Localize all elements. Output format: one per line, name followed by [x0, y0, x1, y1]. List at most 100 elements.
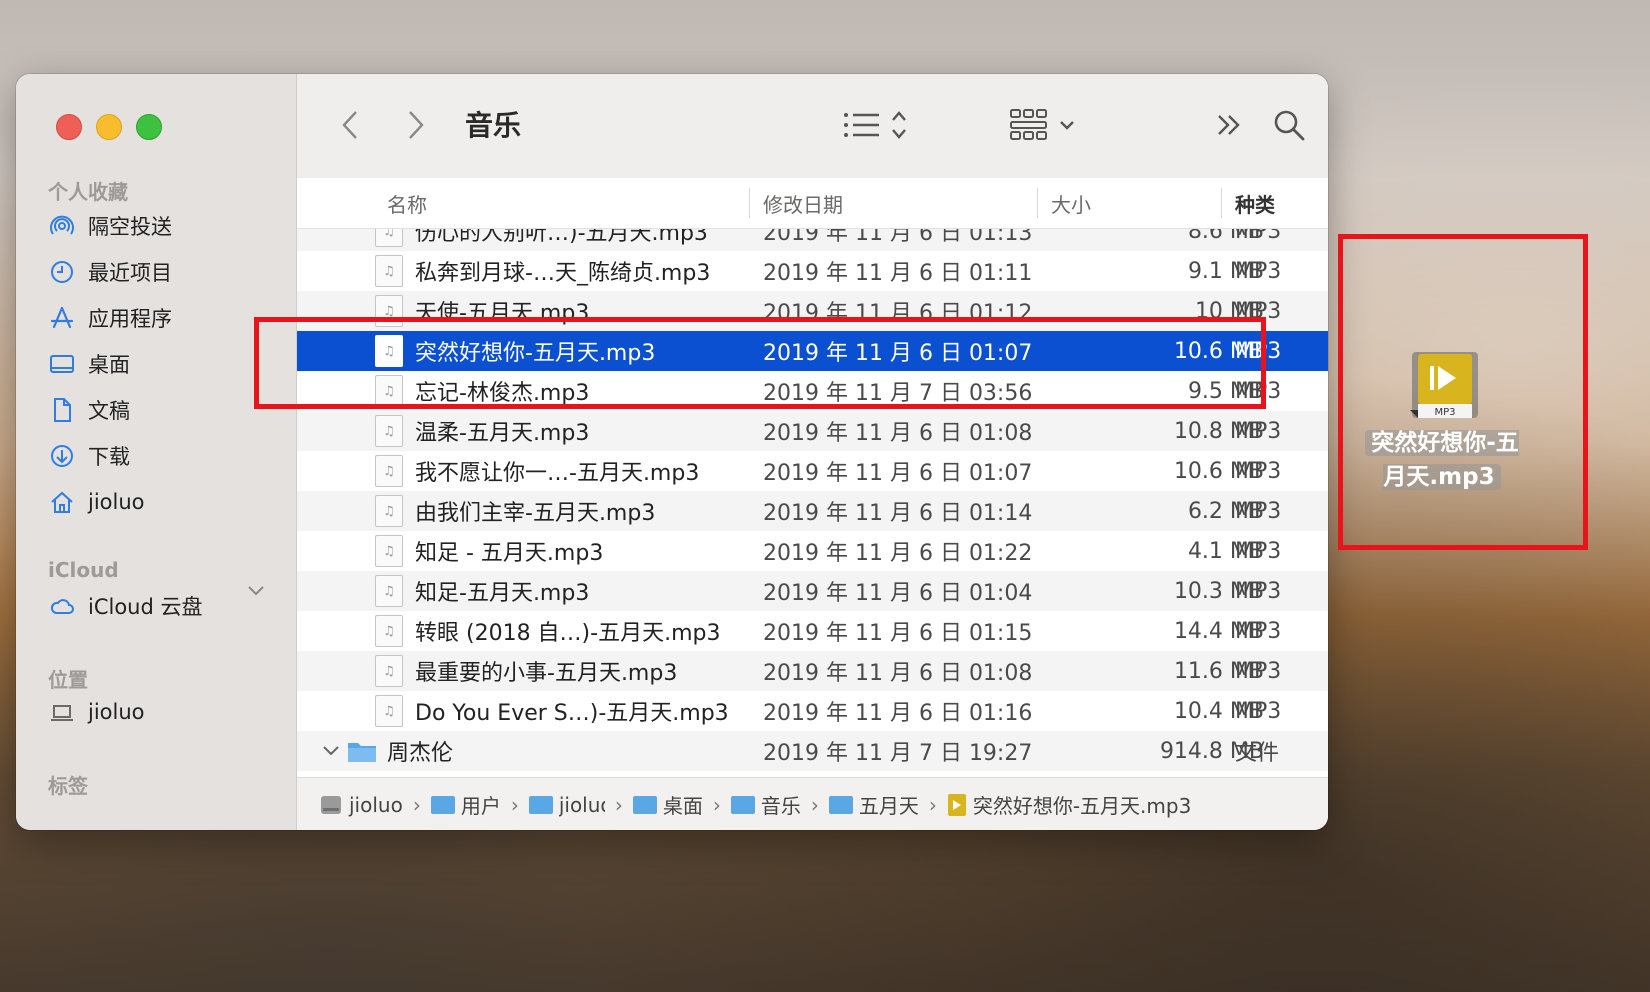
path-label: jioluo: [349, 792, 403, 817]
file-name: 我不愿让你一…-五月天.mp3: [415, 461, 700, 486]
path-separator: ›: [810, 792, 819, 817]
file-name: 温柔-五月天.mp3: [415, 421, 590, 446]
favorites-header: 个人收藏: [48, 180, 128, 204]
zoom-button[interactable]: [136, 114, 162, 140]
file-name: 知足 - 五月天.mp3: [415, 541, 604, 566]
file-date: 2019 年 11 月 6 日 01:04: [763, 581, 1033, 606]
search-button[interactable]: [1269, 106, 1309, 144]
file-kind: MP3: [1235, 229, 1282, 244]
folder-icon: [348, 743, 376, 762]
dragged-file-icon[interactable]: MP3: [1408, 352, 1482, 420]
column-date[interactable]: 修改日期: [763, 178, 843, 228]
forward-button[interactable]: [401, 108, 431, 142]
column-divider[interactable]: [1221, 188, 1222, 218]
column-divider[interactable]: [1037, 188, 1038, 218]
path-segment[interactable]: 用户: [430, 790, 501, 819]
more-toolbar-button[interactable]: [1213, 110, 1247, 140]
folder-icon: [730, 795, 755, 814]
back-button[interactable]: [335, 108, 365, 142]
sidebar-item-desktop[interactable]: 桌面: [48, 346, 130, 382]
sidebar-item-airdrop[interactable]: 隔空投送: [48, 208, 172, 244]
path-segment[interactable]: 突然好想你-五月天.mp3: [947, 790, 1191, 819]
column-divider[interactable]: [749, 188, 750, 218]
path-separator: ›: [712, 792, 721, 817]
column-kind[interactable]: 种类: [1235, 178, 1275, 228]
table-row[interactable]: ♫ 转眼 (2018 自…)-五月天.mp3 2019 年 11 月 6 日 0…: [297, 611, 1328, 651]
minimize-button[interactable]: [96, 114, 122, 140]
table-row[interactable]: ♫ 知足-五月天.mp3 2019 年 11 月 6 日 01:04 10.3 …: [297, 571, 1328, 611]
table-row[interactable]: ♫ 我不愿让你一…-五月天.mp3 2019 年 11 月 6 日 01:07 …: [297, 451, 1328, 491]
close-button[interactable]: [56, 114, 82, 140]
hard-drive-icon: [321, 795, 341, 814]
mp3-badge: MP3: [1434, 407, 1455, 418]
sidebar-item-applications[interactable]: 应用程序: [48, 300, 172, 336]
path-segment[interactable]: 音乐: [730, 790, 801, 819]
table-row-folder[interactable]: 周杰伦 2019 年 11 月 7 日 19:27 914.8 MB 文件: [297, 731, 1328, 771]
sidebar-item-label: 文稿: [88, 399, 130, 423]
table-row[interactable]: ♫ 最重要的小事-五月天.mp3 2019 年 11 月 6 日 01:08 1…: [297, 651, 1328, 691]
file-kind: MP3: [1235, 498, 1282, 524]
file-kind: MP3: [1235, 258, 1282, 284]
sidebar-item-computer[interactable]: jioluo: [48, 694, 145, 730]
folder-icon: [430, 795, 455, 814]
audio-file-icon: ♫: [375, 255, 403, 287]
table-row[interactable]: ♫ 伤心的人别听…)-五月天.mp3 2019 年 11 月 6 日 01:13…: [297, 229, 1328, 251]
home-icon: [48, 488, 76, 516]
search-icon: [1274, 110, 1305, 141]
audio-file-icon: ♫: [375, 655, 403, 687]
path-label: 桌面: [662, 794, 703, 818]
sidebar-item-documents[interactable]: 文稿: [48, 392, 130, 428]
file-date: 2019 年 11 月 6 日 01:08: [763, 661, 1033, 686]
file-name: 知足-五月天.mp3: [415, 581, 590, 606]
dragged-file-name: 突然好想你-五月天.mp3: [1365, 430, 1519, 490]
path-segment[interactable]: 桌面: [632, 790, 703, 819]
file-date: 2019 年 11 月 6 日 01:13: [763, 229, 1033, 246]
sidebar-item-label: 桌面: [88, 353, 130, 377]
file-name: 转眼 (2018 自…)-五月天.mp3: [415, 621, 721, 646]
home-folder-icon: [528, 795, 553, 814]
sidebar-item-label: 隔空投送: [88, 215, 172, 239]
chevron-down-icon[interactable]: [246, 584, 266, 598]
group-button[interactable]: [1009, 102, 1081, 148]
path-bar: jioluo › 用户 › jioluo › 桌面 › 音乐 ›: [297, 777, 1328, 830]
file-kind: MP3: [1235, 698, 1282, 724]
path-segment[interactable]: 五月天: [828, 790, 919, 819]
view-mode-button[interactable]: [841, 104, 917, 146]
download-icon: [48, 442, 76, 470]
audio-file-icon: ♫: [375, 575, 403, 607]
file-kind: MP3: [1235, 458, 1282, 484]
sidebar-item-downloads[interactable]: 下载: [48, 438, 130, 474]
sidebar-item-recents[interactable]: 最近项目: [48, 254, 172, 290]
file-date: 2019 年 11 月 6 日 01:14: [763, 501, 1033, 526]
sidebar-item-home[interactable]: jioluo: [48, 484, 145, 520]
audio-file-icon: ♫: [375, 535, 403, 567]
column-size[interactable]: 大小: [1051, 178, 1091, 228]
file-name: 由我们主宰-五月天.mp3: [415, 501, 656, 526]
table-row[interactable]: ♫ 温柔-五月天.mp3 2019 年 11 月 6 日 01:08 10.8 …: [297, 411, 1328, 451]
sidebar-item-label: 最近项目: [88, 261, 172, 285]
audio-file-icon: ♫: [375, 695, 403, 727]
sidebar-item-icloud-drive[interactable]: iCloud 云盘: [48, 588, 203, 624]
locations-header: 位置: [48, 668, 88, 692]
chevron-down-icon[interactable]: [321, 744, 341, 758]
path-segment[interactable]: jioluo: [319, 793, 403, 817]
path-label: 用户: [460, 794, 501, 818]
column-name[interactable]: 名称: [387, 178, 427, 228]
mp3-file-icon: MP3: [1410, 352, 1478, 418]
sidebar-item-label: 下载: [88, 445, 130, 469]
file-date: 2019 年 11 月 6 日 01:08: [763, 421, 1033, 446]
sidebar-item-label: jioluo: [88, 700, 145, 724]
file-kind: MP3: [1235, 618, 1282, 644]
file-name: 伤心的人别听…)-五月天.mp3: [415, 229, 708, 246]
path-segment[interactable]: jioluo: [528, 793, 605, 817]
window-title: 音乐: [465, 109, 522, 142]
table-row[interactable]: ♫ 由我们主宰-五月天.mp3 2019 年 11 月 6 日 01:14 6.…: [297, 491, 1328, 531]
file-list: ♫ 伤心的人别听…)-五月天.mp3 2019 年 11 月 6 日 01:13…: [297, 229, 1328, 777]
table-row[interactable]: ♫ 知足 - 五月天.mp3 2019 年 11 月 6 日 01:22 4.1…: [297, 531, 1328, 571]
annotation-box-selected-row: [254, 317, 1266, 409]
folder-name: 周杰伦: [387, 741, 454, 766]
table-row[interactable]: ♫ 私奔到月球-…天_陈绮贞.mp3 2019 年 11 月 6 日 01:11…: [297, 251, 1328, 291]
airdrop-icon: [48, 212, 76, 240]
table-row[interactable]: ♫ Do You Ever S…)-五月天.mp3 2019 年 11 月 6 …: [297, 691, 1328, 731]
double-chevron-icon: [1218, 115, 1240, 135]
